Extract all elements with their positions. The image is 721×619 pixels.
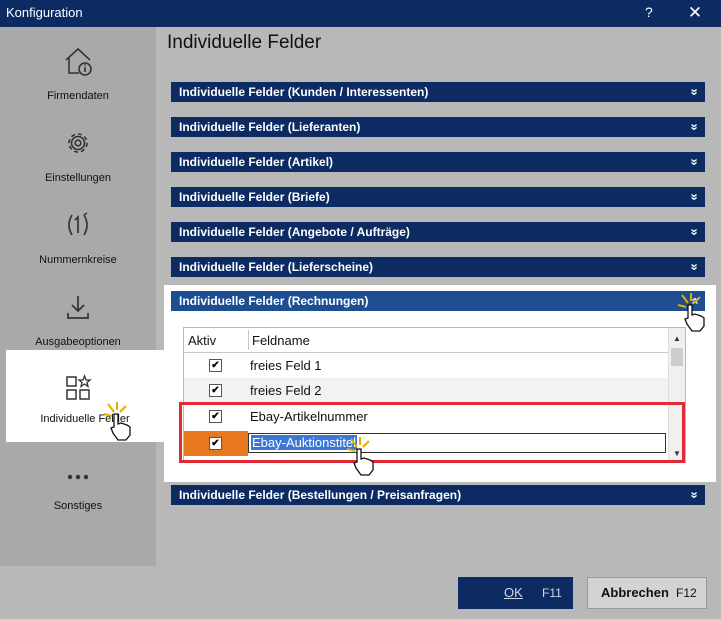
sidebar-item-label: Ausgabeoptionen: [35, 336, 121, 348]
section-title: Individuelle Felder (Artikel): [179, 155, 334, 169]
chevron-down-icon: »: [687, 193, 703, 201]
section-briefe[interactable]: Individuelle Felder (Briefe) »: [171, 187, 705, 207]
cancel-label: Abbrechen: [601, 585, 669, 600]
column-header-aktiv[interactable]: Aktiv: [188, 333, 216, 348]
chevron-down-icon: »: [687, 491, 703, 499]
custom-fields-icon: [66, 374, 92, 400]
hand-cursor-icon: [347, 437, 374, 476]
close-button[interactable]: ✕: [684, 3, 706, 23]
section-title: Individuelle Felder (Angebote / Aufträge…: [179, 225, 410, 239]
aktiv-checkbox[interactable]: ✔: [209, 384, 222, 397]
download-icon: [67, 296, 89, 319]
chevron-down-icon: »: [687, 228, 703, 236]
scroll-up-icon[interactable]: ▲: [673, 334, 681, 343]
section-title: Individuelle Felder (Lieferscheine): [179, 260, 374, 274]
section-title: Individuelle Felder (Briefe): [179, 190, 330, 204]
sidebar-item-label: Nummernkreise: [39, 254, 117, 266]
table-header: Aktiv Feldname: [184, 328, 668, 353]
hand-cursor-icon: [104, 402, 131, 441]
sidebar-item-einstellungen[interactable]: Einstellungen: [0, 119, 156, 201]
section-title: Individuelle Felder (Rechnungen): [179, 294, 369, 308]
sidebar: Firmendaten Einstellungen Nummernkreise: [0, 27, 164, 566]
section-rechnungen[interactable]: Individuelle Felder (Rechnungen) »: [171, 291, 705, 311]
section-angebote[interactable]: Individuelle Felder (Angebote / Aufträge…: [171, 222, 705, 242]
feldname-cell[interactable]: freies Feld 1: [250, 358, 322, 373]
help-button[interactable]: ?: [645, 4, 653, 20]
page-title: Individuelle Felder: [167, 32, 322, 53]
column-header-feldname[interactable]: Feldname: [252, 333, 310, 348]
table-row[interactable]: ✔ freies Feld 1: [184, 353, 668, 378]
column-divider: [248, 330, 249, 350]
scroll-thumb[interactable]: [671, 348, 683, 366]
section-title: Individuelle Felder (Bestellungen / Prei…: [179, 488, 462, 502]
sidebar-item-nummernkreise[interactable]: Nummernkreise: [0, 201, 156, 283]
section-kunden[interactable]: Individuelle Felder (Kunden / Interessen…: [171, 82, 705, 102]
ok-label: OK: [504, 585, 523, 600]
more-dots-icon: [67, 474, 89, 480]
highlight-frame: [179, 402, 685, 463]
sidebar-item-label: Sonstiges: [53, 500, 103, 512]
section-bestellungen[interactable]: Individuelle Felder (Bestellungen / Prei…: [171, 485, 705, 505]
sidebar-item-label: Firmendaten: [47, 90, 109, 102]
section-artikel[interactable]: Individuelle Felder (Artikel) »: [171, 152, 705, 172]
window-title: Konfiguration: [6, 5, 83, 20]
ok-button[interactable]: OK F11: [458, 577, 573, 609]
section-title: Individuelle Felder (Lieferanten): [179, 120, 361, 134]
aktiv-checkbox[interactable]: ✔: [209, 359, 222, 372]
gear-icon: [68, 133, 88, 153]
chevron-down-icon: »: [687, 88, 703, 96]
hand-cursor-icon: [678, 293, 705, 332]
company-home-icon: [65, 47, 92, 76]
section-lieferanten[interactable]: Individuelle Felder (Lieferanten) »: [171, 117, 705, 137]
chevron-down-icon: »: [687, 263, 703, 271]
section-title: Individuelle Felder (Kunden / Interessen…: [179, 85, 429, 99]
title-bar: Konfiguration ? ✕: [0, 0, 721, 27]
section-lieferscheine[interactable]: Individuelle Felder (Lieferscheine) »: [171, 257, 705, 277]
cancel-button[interactable]: Abbrechen F12: [587, 577, 707, 609]
ok-shortcut: F11: [542, 586, 562, 600]
sidebar-item-sonstiges[interactable]: Sonstiges: [0, 447, 156, 529]
table-row[interactable]: ✔ freies Feld 2: [184, 378, 668, 403]
number-cycle-icon: [68, 212, 88, 236]
sidebar-item-firmendaten[interactable]: Firmendaten: [0, 37, 156, 119]
feldname-cell[interactable]: freies Feld 2: [250, 383, 322, 398]
cancel-shortcut: F12: [676, 586, 697, 600]
chevron-down-icon: »: [687, 123, 703, 131]
sidebar-item-label: Einstellungen: [44, 172, 112, 184]
configuration-window: Konfiguration ? ✕ Firmendaten Einstellun…: [0, 0, 721, 619]
chevron-down-icon: »: [687, 158, 703, 166]
